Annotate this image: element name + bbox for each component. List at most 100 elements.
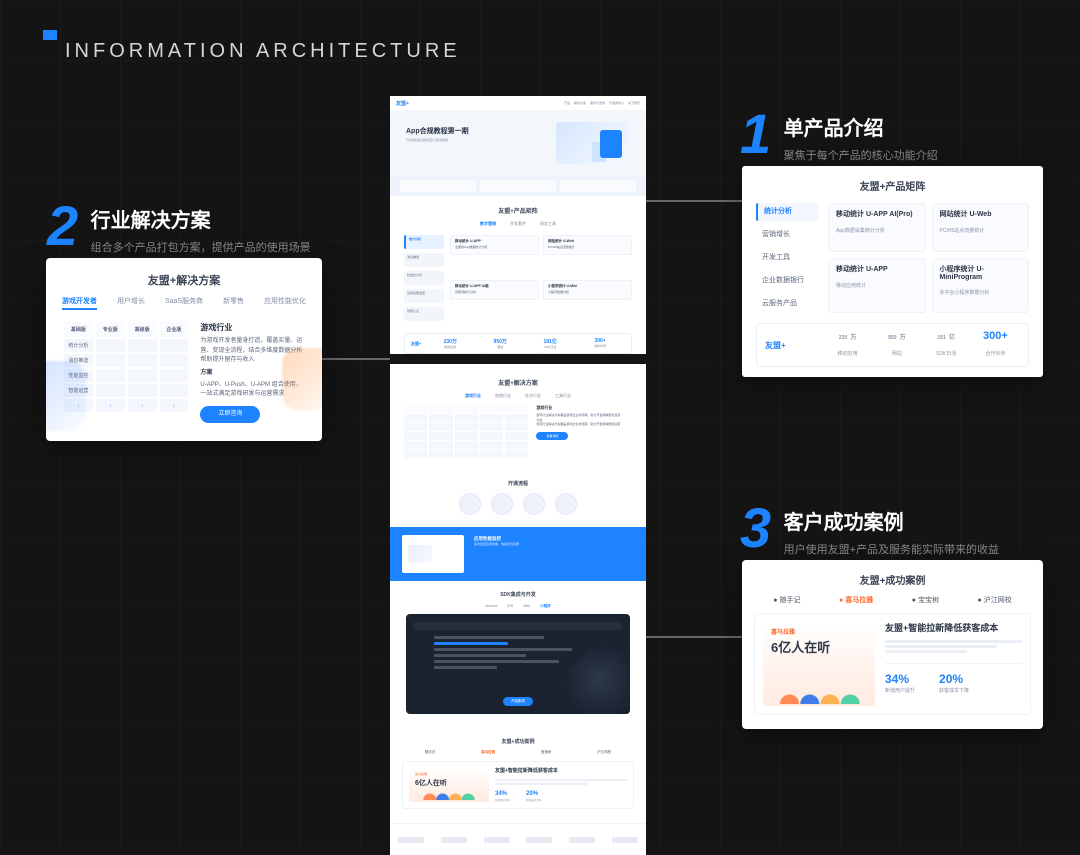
- sdk-cta-button: 开始集成: [503, 697, 533, 706]
- card1-side-item: 开发工具: [756, 249, 818, 267]
- brand-tab: 沪江网校: [597, 750, 611, 755]
- callout-1-number: 1: [740, 106, 771, 162]
- callout-1-sub: 聚焦于每个产品的核心功能介绍: [784, 147, 938, 163]
- case-section: 友盟+成功案例 随手记 喜马拉雅 宝宝树 沪江网校 喜马拉雅 6亿人在听 友盟+…: [390, 728, 646, 823]
- code-console: 开始集成: [406, 614, 630, 714]
- card3-info: 友盟+智能拉新降低获客成本 34%新增用户提升 20%获客成本下降: [885, 622, 1022, 706]
- process-title: 开通流程: [400, 480, 636, 487]
- callout-2-sub: 组合多个产品打包方案，提供产品的使用场景: [91, 239, 311, 255]
- detail-card-products: 友盟+产品矩阵 统计分析 营销增长 开发工具 企业数据银行 云服务产品 移动统计…: [742, 166, 1043, 377]
- product-card: 小程序统计 U-Mini小程序数据分析: [543, 280, 632, 300]
- card2-tab: 游戏开发者: [62, 296, 97, 310]
- nav-item: 解决方案: [574, 101, 586, 105]
- callout-3-title: 客户成功案例: [784, 506, 999, 535]
- partner-logos: [390, 823, 646, 855]
- tab: 社交行业: [525, 393, 541, 399]
- solutions-tabs: 游戏行业 电商行业 社交行业 工具行业: [404, 393, 632, 399]
- sdk-section: SDK集成与开发 Android iOS Web 小程序 开始集成: [390, 581, 646, 728]
- nav-item: 产品: [564, 101, 570, 105]
- tab: 数字营销: [480, 221, 496, 227]
- card1-stats-bar: 友盟+ 230 万移动应用 950 万网站 191 亿SDK日活 300+合作伙…: [756, 323, 1029, 367]
- stats-bar: 友盟+ 230万移动应用 950万网站 191亿SDK日活 300+合作伙伴: [404, 333, 632, 354]
- side-item: 应用性能监控: [404, 289, 444, 303]
- nav-item: 开发者中心: [609, 101, 624, 105]
- card2-tab: 应用性能优化: [264, 296, 306, 310]
- card3-brands: ● 随手记 ● 喜马拉雅 ● 宝宝树 ● 沪江网校: [742, 595, 1043, 613]
- brand-tab: ● 喜马拉雅: [839, 595, 873, 605]
- hero-illustration: [556, 122, 628, 164]
- callout-1-title: 单产品介绍: [784, 112, 938, 141]
- side-item: 社会化分享: [404, 271, 444, 285]
- card2-cta-button: 立即咨询: [200, 406, 260, 423]
- connector-line-1: [646, 200, 742, 202]
- case-heading: 友盟+智能拉新降低获客成本: [495, 768, 627, 776]
- callout-3-number: 3: [740, 500, 771, 556]
- product-card: 移动统计 U-APP AI版智能洞察与分析: [450, 280, 539, 300]
- callout-2-number: 2: [47, 198, 78, 254]
- detail-card-solutions: 友盟+解决方案 游戏开发者 用户增长 SaaS服务商 新零售 应用性能优化 基础…: [46, 258, 322, 441]
- site-nav: 友盟+ 产品 解决方案 服务与支持 开发者中心 关于我们: [390, 96, 646, 110]
- hero-sub: 开发者隐私合规自查与整改指南: [406, 138, 469, 142]
- brand-tab: ● 宝宝树: [912, 595, 939, 605]
- hero-title: App合规教程第一期: [406, 126, 469, 136]
- site-logo: 友盟+: [396, 100, 409, 107]
- product-card: 移动统计 U-APP全面的App数据统计分析: [450, 235, 539, 255]
- brand-tab: ● 沪江网校: [978, 595, 1012, 605]
- card1-side-item: 云服务产品: [756, 295, 818, 313]
- page-heading-wrap: INFORMATION ARCHITECTURE: [43, 30, 461, 63]
- side-item: 统计分析: [404, 235, 444, 249]
- card3-illustration: 喜马拉雅 6亿人在听: [763, 622, 875, 706]
- sdk-tab: Web: [523, 604, 530, 609]
- brand-tab: 喜马拉雅: [481, 750, 495, 755]
- card1-title: 友盟+产品矩阵: [742, 178, 1043, 193]
- card2-tab: 新零售: [223, 296, 244, 310]
- page-heading: INFORMATION ARCHITECTURE: [65, 30, 461, 63]
- case-title: 友盟+成功案例: [402, 738, 634, 745]
- callout-1: 1 单产品介绍 聚焦于每个产品的核心功能介绍: [740, 106, 938, 163]
- apm-illustration: [402, 535, 464, 573]
- card1-product-cell: 移动统计 U-APP移动应用统计: [828, 258, 926, 314]
- tab: 开发套件: [510, 221, 526, 227]
- nav-item: 服务与支持: [590, 101, 605, 105]
- brand-tab: 随手记: [425, 750, 436, 755]
- brand-tab: ● 随手记: [773, 595, 800, 605]
- tab: 游戏行业: [465, 393, 481, 399]
- callout-2: 2 行业解决方案 组合多个产品打包方案，提供产品的使用场景: [47, 198, 311, 255]
- card1-product-cell: 移动统计 U-APP AI(Pro)App数据采集统计分析: [828, 203, 926, 252]
- apm-sub: 实时监控应用性能，快速定位问题: [474, 542, 519, 546]
- hero-sub-band: [390, 176, 646, 196]
- product-card: 网站统计 U-WebPC/H5站点流量统计: [543, 235, 632, 255]
- card1-side-item: 营销增长: [756, 226, 818, 244]
- solution-desc: 游戏行业 游戏行业解决方案覆盖游戏全生命周期，助力开发者精细化运营 方案 游戏行…: [536, 405, 632, 458]
- callout-2-title: 行业解决方案: [91, 204, 311, 233]
- callout-3-sub: 用户使用友盟+产品及服务能实际带来的收益: [784, 541, 999, 557]
- card1-side-item: 企业数据银行: [756, 272, 818, 290]
- side-item: 智能认证: [404, 307, 444, 321]
- sdk-tab: Android: [485, 604, 497, 609]
- hero-section: App合规教程第一期 开发者隐私合规自查与整改指南: [390, 110, 646, 176]
- apm-banner: 应用性能监控 实时监控应用性能，快速定位问题: [390, 527, 646, 581]
- card1-product-cell: 小程序统计 U-MiniProgram多平台小程序数据分析: [932, 258, 1030, 314]
- plans-table: [404, 405, 528, 458]
- brand-tab: 宝宝树: [541, 750, 552, 755]
- decor-blob: [46, 361, 86, 431]
- sdk-title: SDK集成与开发: [400, 591, 636, 598]
- stats-brand: 友盟+: [411, 338, 425, 349]
- tab: 电商行业: [495, 393, 511, 399]
- card2-tab: 用户增长: [117, 296, 145, 310]
- card1-product-cell: 网站统计 U-WebPC/H5站点流量统计: [932, 203, 1030, 252]
- case-illustration: 喜马拉雅 6亿人在听: [409, 768, 489, 802]
- decor-blob: [282, 348, 322, 410]
- products-title: 友盟+产品矩阵: [390, 196, 646, 221]
- detail-card-case: 友盟+成功案例 ● 随手记 ● 喜马拉雅 ● 宝宝树 ● 沪江网校 喜马拉雅 6…: [742, 560, 1043, 729]
- side-item: 消息推送: [404, 253, 444, 267]
- process-section: 开通流程: [390, 472, 646, 527]
- tab: 研发工具: [540, 221, 556, 227]
- card2-tab: SaaS服务商: [165, 296, 203, 310]
- solutions-title: 友盟+解决方案: [404, 368, 632, 393]
- products-matrix: 统计分析 消息推送 社会化分享 应用性能监控 智能认证 移动统计 U-APP全面…: [390, 227, 646, 333]
- connector-line-2: [322, 358, 390, 360]
- connector-line-3: [646, 636, 742, 638]
- center-website-mock: 友盟+ 产品 解决方案 服务与支持 开发者中心 关于我们 App合规教程第一期 …: [390, 96, 646, 855]
- card2-title: 友盟+解决方案: [46, 272, 322, 288]
